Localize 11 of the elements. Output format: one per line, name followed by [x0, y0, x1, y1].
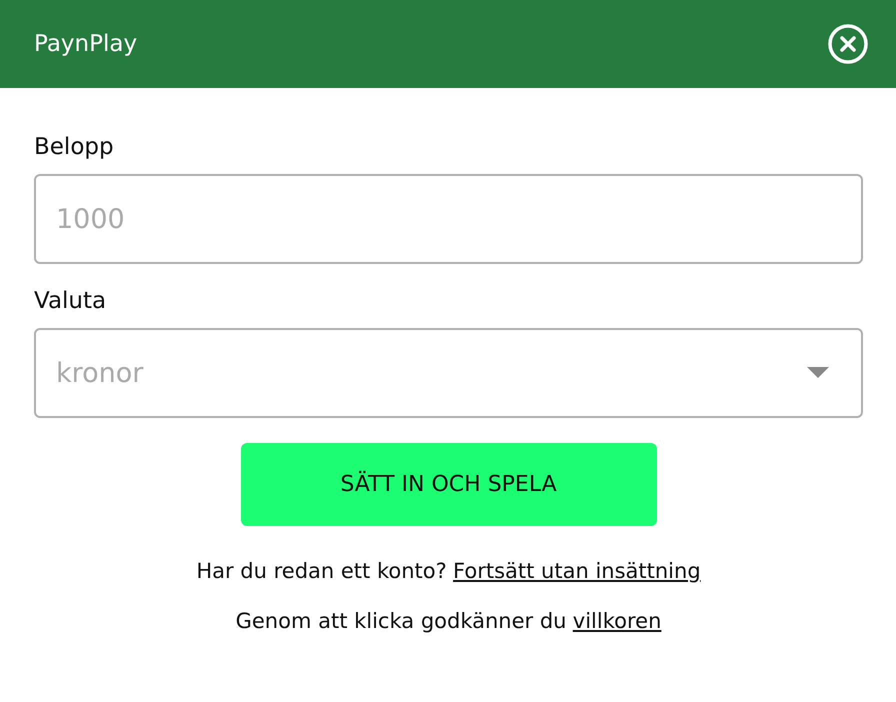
note-text: Genom att klicka godkänner du — [236, 609, 566, 633]
amount-field[interactable]: 1000 — [34, 174, 863, 264]
deposit-button[interactable]: SÄTT IN OCH SPELA — [240, 443, 656, 526]
note-link[interactable]: villkoren — [572, 609, 662, 633]
app-title: PaynPlay — [34, 31, 138, 57]
close-icon[interactable] — [827, 23, 869, 65]
note-text: Har du redan ett konto? — [196, 559, 447, 583]
caret-icon — [807, 367, 829, 379]
field-label: Belopp — [34, 134, 114, 160]
field-label: Valuta — [34, 288, 106, 314]
note-link[interactable]: Fortsätt utan insättning — [453, 559, 701, 583]
